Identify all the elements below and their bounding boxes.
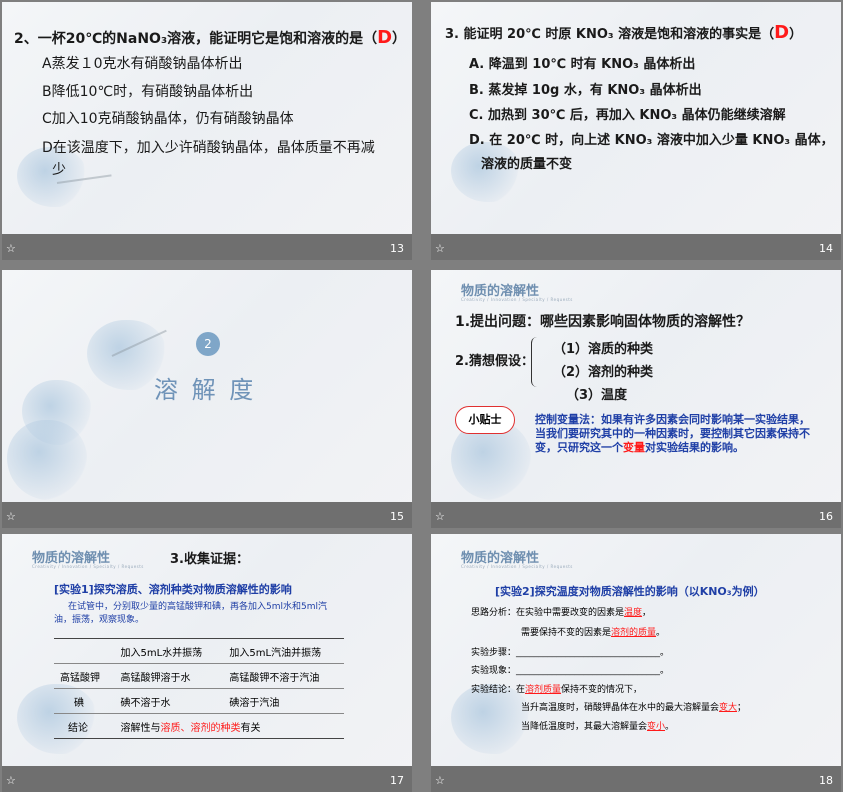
question-text: 3. 能证明 20℃ 时原 KNO₃ 溶液是饱和溶液的事实是（D） [445,22,803,43]
analysis-line-2: 需要保持不变的因素是溶剂的质量。 [521,628,666,638]
question-2: 2.猜想假设： [455,354,534,369]
experiment-title: [实验1]探究溶质、溶剂种类对物质溶解性的影响 [54,583,292,596]
dandelion-decoration [7,420,87,500]
tip-label: 小贴士 [455,406,515,434]
slide-13[interactable]: 2、一杯20℃的NaNO₃溶液，能证明它是饱和溶液的是（D） A蒸发１0克水有硝… [2,2,412,260]
star-icon[interactable]: ☆ [435,242,445,255]
star-icon[interactable]: ☆ [6,774,16,787]
results-table: 加入5mL水并振荡 加入5mL汽油并振荡 高锰酸钾 高锰酸钾溶于水 高锰酸钾不溶… [54,638,344,739]
heading: 3.收集证据： [170,552,249,567]
table-row: 碘 碘不溶于水 碘溶于汽油 [54,689,344,714]
answer-letter: D [377,27,393,48]
option-c: C. 加热到 30℃ 后，再加入 KNO₃ 晶体仍能继续溶解 [469,108,786,123]
slide-number: 14 [819,242,833,255]
table-cell: 高锰酸钾不溶于汽油 [229,672,320,684]
conclusion-line-3: 当降低温度时，其最大溶解量会变小。 [521,722,675,732]
slide-footer: ☆ 18 [431,766,841,792]
hypothesis-2: （2）溶剂的种类 [553,365,654,380]
option-d: D在该温度下，加入少许硝酸钠晶体，晶体质量不再减 [42,140,375,156]
slide-number: 16 [819,510,833,523]
slide-footer: ☆ 14 [431,234,841,260]
slide-footer: ☆ 15 [2,502,412,528]
slide-18[interactable]: 物质的溶解性 Creativity / Innovation / Special… [431,534,841,792]
table-header [54,639,114,664]
hypothesis-3: （3）温度 [566,388,628,403]
option-c: C加入10克硝酸钠晶体，仍有硝酸钠晶体 [42,111,294,127]
table-cell: 碘溶于汽油 [229,697,280,709]
slide-14[interactable]: 3. 能证明 20℃ 时原 KNO₃ 溶液是饱和溶液的事实是（D） A. 降温到… [431,2,841,260]
star-icon[interactable]: ☆ [435,510,445,523]
section-badge: 2 [196,332,220,356]
option-a: A. 降温到 10℃ 时有 KNO₃ 晶体析出 [469,57,696,72]
slide-number: 13 [390,242,404,255]
option-d: D. 在 20℃ 时，向上述 KNO₃ 溶液中加入少量 KNO₃ 晶体， [469,133,834,148]
section-subheader: Creativity / Innovation / Specialty / Re… [461,297,573,302]
table-cell: 高锰酸钾溶于水 [120,672,191,684]
option-d-cont: 溶液的质量不变 [481,157,573,172]
conclusion-line-2: 当升高温度时，硝酸钾晶体在水中的最大溶解量会变大； [521,703,747,713]
table-cell: 碘 [74,697,84,709]
star-icon[interactable]: ☆ [435,774,445,787]
slide-16[interactable]: 物质的溶解性 Creativity / Innovation / Special… [431,270,841,528]
slide-15[interactable]: 2 溶 解 度 ☆ 15 [2,270,412,528]
star-icon[interactable]: ☆ [6,510,16,523]
table-cell: 碘不溶于水 [120,697,171,709]
hypothesis-1: （1）溶质的种类 [553,342,654,357]
phenomenon-line: 实验现象：________________________________。 [471,666,670,676]
table-header-row: 加入5mL水并振荡 加入5mL汽油并振荡 [54,638,344,664]
brace [531,337,538,387]
table-cell: 结论 [68,722,88,734]
table-cell-conclusion: 溶解性与溶质、溶剂的种类有关 [120,722,261,734]
table-header: 加入5mL汽油并振荡 [229,647,322,659]
option-a: A蒸发１0克水有硝酸钠晶体析出 [42,56,243,72]
analysis-line-1: 思路分析：在实验中需要改变的因素是温度， [471,608,652,618]
slide-17[interactable]: 物质的溶解性 Creativity / Innovation / Special… [2,534,412,792]
option-d-cont: 少 [52,162,66,178]
table-row-conclusion: 结论 溶解性与溶质、溶剂的种类有关 [54,714,344,739]
section-subheader: Creativity / Innovation / Specialty / Re… [461,564,573,569]
experiment-description: 在试管中，分别取少量的高锰酸钾和碘，再各加入5ml水和5ml汽油，振荡，观察现象… [54,602,327,625]
experiment-title: [实验2]探究温度对物质溶解性的影响（以KNO₃为例） [495,585,765,598]
option-b: B. 蒸发掉 10g 水，有 KNO₃ 晶体析出 [469,83,702,98]
section-subheader: Creativity / Innovation / Specialty / Re… [32,564,144,569]
answer-letter: D [774,22,790,43]
question-1: 1.提出问题：哪些因素影响固体物质的溶解性？ [455,314,751,330]
table-cell: 高锰酸钾 [60,672,100,684]
section-title: 溶 解 度 [154,376,257,404]
option-b: B降低10℃时，有硝酸钠晶体析出 [42,84,254,100]
conclusion-line-1: 实验结论：在溶剂质量保持不变的情况下， [471,685,643,695]
slide-footer: ☆ 16 [431,502,841,528]
table-header: 加入5mL水并振荡 [120,647,203,659]
slide-number: 15 [390,510,404,523]
slide-number: 18 [819,774,833,787]
slide-footer: ☆ 13 [2,234,412,260]
question-text: 2、一杯20℃的NaNO₃溶液，能证明它是饱和溶液的是（D） [14,27,407,48]
tip-text: 控制变量法：如果有许多因素会同时影响某一实验结果，当我们要研究其中的一种因素时，… [535,413,810,454]
slide-number: 17 [390,774,404,787]
slide-footer: ☆ 17 [2,766,412,792]
table-row: 高锰酸钾 高锰酸钾溶于水 高锰酸钾不溶于汽油 [54,664,344,689]
star-icon[interactable]: ☆ [6,242,16,255]
steps-line: 实验步骤：________________________________。 [471,648,670,658]
